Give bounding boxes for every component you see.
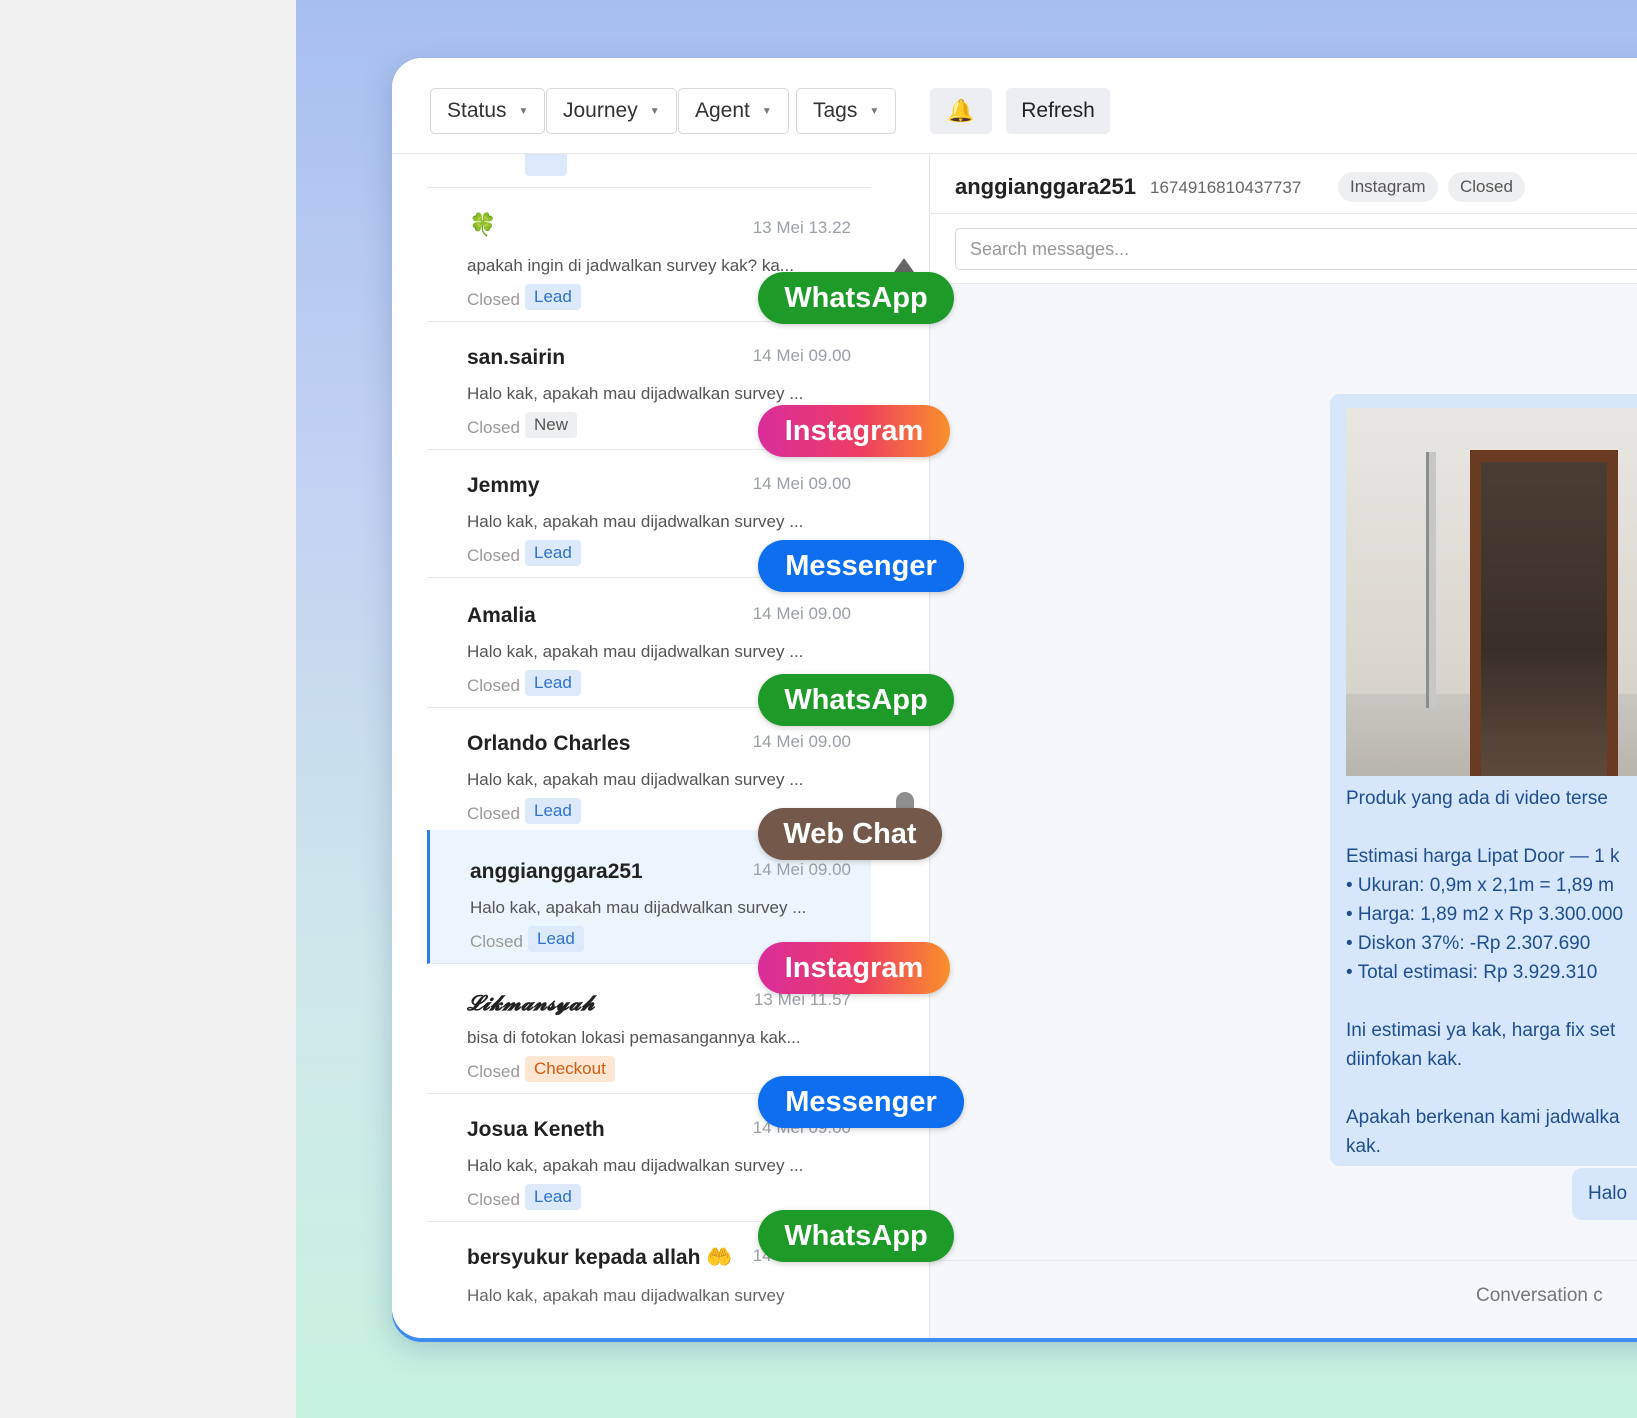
conversation-preview: Halo kak, apakah mau dijadwalkan survey …: [470, 898, 807, 917]
message-text: Produk yang ada di video terse Estimasi …: [1346, 788, 1624, 1157]
conversation-name: Josua Keneth: [467, 1118, 605, 1141]
notification-bell-button[interactable]: 🔔: [930, 88, 992, 134]
webchat-channel-pill: Web Chat: [758, 808, 942, 860]
messenger-channel-pill: Messenger: [758, 1076, 964, 1128]
conversation-time: 14 Mei 09.00: [752, 860, 851, 879]
search-bar: Search messages...: [930, 214, 1637, 284]
conversation-preview: Halo kak, apakah mau dijadwalkan survey …: [467, 512, 804, 531]
status-badge: Closed: [1448, 172, 1525, 202]
journey-filter-label: Journey: [563, 99, 638, 122]
conversation-preview: apakah ingin di jadwalkan survey kak? ka…: [467, 256, 794, 275]
instagram-channel-pill: Instagram: [758, 942, 950, 994]
conversation-list[interactable]: 🍀 13 Mei 13.22 apakah ingin di jadwalkan…: [392, 154, 930, 1338]
chat-header: anggianggara251 1674916810437737 Instagr…: [930, 154, 1637, 214]
conversation-status: Closed: [467, 1190, 520, 1209]
whatsapp-channel-pill: WhatsApp: [758, 674, 954, 726]
tag-badge: Lead: [525, 1184, 581, 1210]
chat-panel: anggianggara251 1674916810437737 Instagr…: [930, 154, 1637, 1338]
status-filter-dropdown[interactable]: Status ▼: [430, 88, 546, 134]
app-window: Status ▼ Journey ▼ Agent ▼ Tags ▼ 🔔 Refresh …: [392, 58, 1637, 1338]
conversation-preview: bisa di fotokan lokasi pemasangannya kak…: [467, 1028, 801, 1047]
status-filter-label: Status: [447, 99, 507, 122]
agent-filter-label: Agent: [695, 99, 750, 122]
tags-filter-label: Tags: [813, 99, 858, 122]
chevron-down-icon: ▼: [869, 105, 880, 117]
bell-icon: 🔔: [947, 98, 975, 123]
clover-icon: 🍀: [469, 212, 497, 237]
conversation-status: Closed: [467, 1062, 520, 1081]
contact-name: anggianggara251: [955, 174, 1136, 199]
tag-badge: Lead: [525, 284, 581, 310]
product-image[interactable]: [1346, 408, 1637, 776]
toolbar: Status ▼ Journey ▼ Agent ▼ Tags ▼ 🔔 Refresh: [392, 58, 1637, 154]
tag-badge: New: [525, 412, 578, 438]
conversation-status: Closed: [470, 932, 523, 951]
conversation-status: Closed: [467, 546, 520, 565]
reply-bubble: Halo: [1572, 1168, 1637, 1220]
conversation-closed-note: Conversation c: [1476, 1285, 1603, 1306]
whatsapp-channel-pill: WhatsApp: [758, 1210, 954, 1262]
tags-filter-dropdown[interactable]: Tags ▼: [796, 88, 897, 134]
conversation-status: Closed: [467, 676, 520, 695]
instagram-channel-pill: Instagram: [758, 405, 950, 457]
tag-badge: Lead: [528, 926, 584, 952]
conversation-preview: Halo kak, apakah mau dijadwalkan survey: [467, 1286, 785, 1305]
conversation-time: 14 Mei 09.00: [752, 604, 851, 623]
conversation-name: anggianggara251: [470, 860, 643, 883]
chevron-down-icon: ▼: [761, 105, 772, 117]
conversation-preview: Halo kak, apakah mau dijadwalkan survey …: [467, 1156, 804, 1175]
tag-badge: Lead: [525, 540, 581, 566]
conversation-name: 𝓛𝓲𝓴𝓶𝓪𝓷𝓼𝔂𝓪𝓱: [467, 990, 595, 1015]
channel-badge: Instagram: [1338, 172, 1438, 202]
whatsapp-channel-pill: WhatsApp: [758, 272, 954, 324]
messenger-channel-pill: Messenger: [758, 540, 964, 592]
chevron-down-icon: ▼: [649, 105, 660, 117]
conversation-name: bersyukur kepada allah 🤲: [467, 1246, 733, 1269]
conversation-name: Orlando Charles: [467, 732, 631, 755]
message-bubble: Produk yang ada di video terse Estimasi …: [1330, 394, 1637, 1166]
search-messages-input[interactable]: Search messages...: [955, 228, 1637, 270]
conversation-status: Closed: [467, 290, 520, 309]
conversation-status: Closed: [467, 418, 520, 437]
agent-filter-dropdown[interactable]: Agent ▼: [678, 88, 789, 134]
conversation-status: Closed: [467, 804, 520, 823]
conversation-time: 14 Mei 09.00: [752, 732, 851, 751]
tag-badge: Checkout: [525, 1056, 615, 1082]
conversation-preview: Halo kak, apakah mau dijadwalkan survey …: [467, 770, 804, 789]
chat-footer: Conversation c: [930, 1260, 1637, 1338]
conversation-preview: Halo kak, apakah mau dijadwalkan survey …: [467, 642, 804, 661]
door-inner-shape: [1481, 462, 1607, 776]
contact-id: 1674916810437737: [1150, 178, 1302, 197]
tag-badge: [525, 154, 567, 176]
conversation-time: 14 Mei 09.00: [752, 346, 851, 365]
pillar-shape: [1426, 452, 1436, 708]
conversation-name: san.sairin: [467, 346, 566, 369]
conversation-time: 14 Mei 09.00: [752, 474, 851, 493]
refresh-button[interactable]: Refresh: [1006, 88, 1110, 134]
conversation-name: Amalia: [467, 604, 536, 627]
tag-badge: Lead: [525, 670, 581, 696]
scroll-up-arrow[interactable]: [894, 258, 914, 272]
tag-badge: Lead: [525, 798, 581, 824]
conversation-name: Jemmy: [467, 474, 540, 497]
conversation-preview: Halo kak, apakah mau dijadwalkan survey …: [467, 384, 804, 403]
chevron-down-icon: ▼: [518, 105, 529, 117]
list-item[interactable]: [427, 154, 871, 188]
journey-filter-dropdown[interactable]: Journey ▼: [546, 88, 677, 134]
conversation-time: 13 Mei 13.22: [752, 218, 851, 237]
